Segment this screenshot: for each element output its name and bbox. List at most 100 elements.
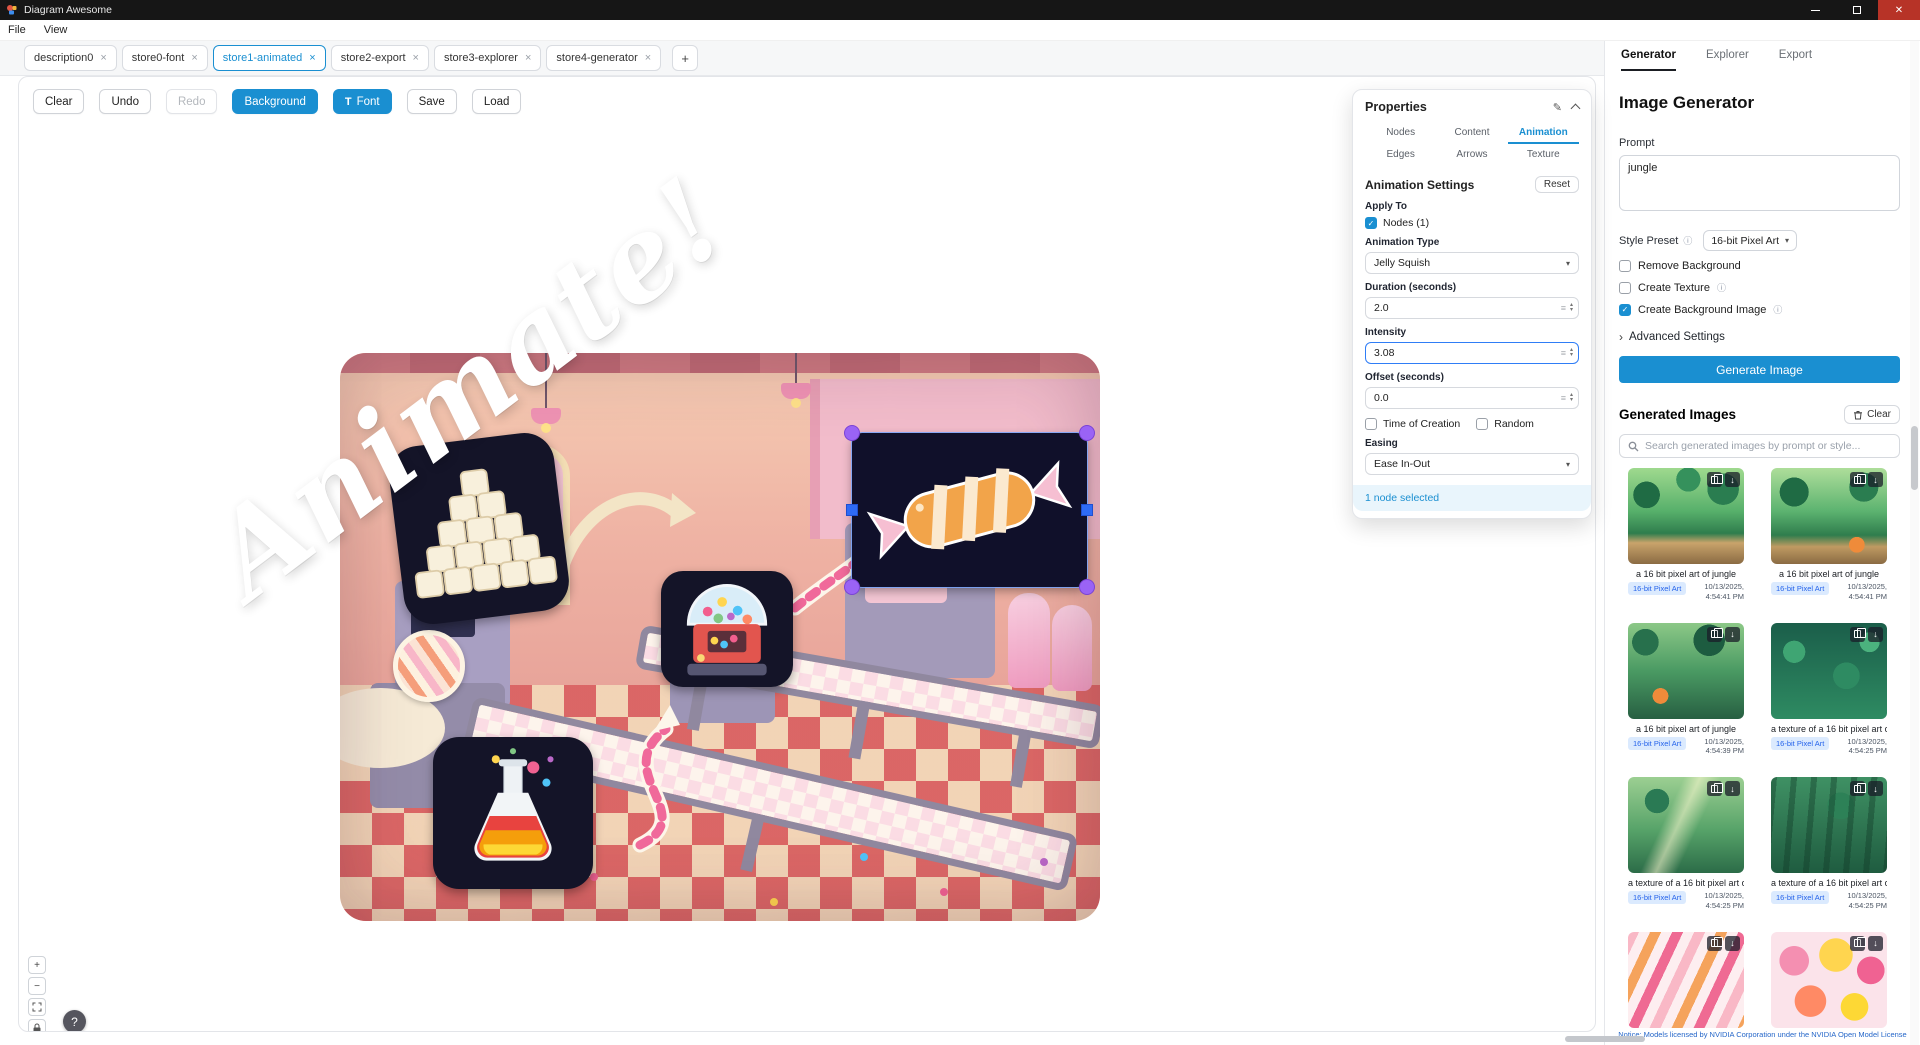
tab-content[interactable]: Content [1436,122,1507,144]
background-button[interactable]: Background [232,89,317,114]
menu-file[interactable]: File [8,24,26,36]
candy-node-selected[interactable] [852,433,1087,587]
search-input[interactable] [1645,440,1891,452]
generated-image-thumbnail[interactable]: ↓ [1771,468,1887,564]
intensity-input[interactable]: ≡ ▴▾ [1365,342,1579,364]
generated-image-thumbnail[interactable]: ↓ [1628,932,1744,1028]
tab-store4-generator[interactable]: store4-generator× [546,45,661,71]
animation-type-select[interactable]: Jelly Squish ▾ [1365,252,1579,274]
image-search[interactable] [1619,434,1900,458]
tab-store3-explorer[interactable]: store3-explorer× [434,45,541,71]
advanced-settings-toggle[interactable]: › Advanced Settings [1619,330,1900,344]
copy-image-button[interactable] [1707,627,1722,642]
help-button[interactable]: ? [63,1010,86,1032]
tab-explorer[interactable]: Explorer [1706,49,1749,71]
tab-description0[interactable]: description0× [24,45,117,71]
font-button[interactable]: TFont [333,89,392,114]
copy-image-button[interactable] [1850,472,1865,487]
maximize-button[interactable] [1836,0,1878,20]
zoom-in-button[interactable]: + [28,956,46,974]
candy-machine-node[interactable] [661,571,793,687]
prompt-input[interactable]: jungle [1619,155,1900,211]
new-tab-button[interactable]: + [672,45,698,71]
drag-handle-icon[interactable]: ≡ [1561,303,1566,313]
generated-image-thumbnail[interactable]: ↓ [1771,623,1887,719]
horizontal-scrollbar-thumb[interactable] [1565,1036,1645,1042]
tab-store2-export[interactable]: store2-export× [331,45,429,71]
zoom-out-button[interactable]: − [28,977,46,995]
tab-texture[interactable]: Texture [1508,144,1579,166]
download-image-button[interactable]: ↓ [1725,627,1740,642]
tab-nodes[interactable]: Nodes [1365,122,1436,144]
tab-close-icon[interactable]: × [100,53,106,64]
selection-handle-bottom-right[interactable] [1079,579,1095,595]
undo-button[interactable]: Undo [99,89,151,114]
lock-button[interactable] [28,1019,46,1032]
generated-image-card[interactable]: ↓ [1628,932,1744,1028]
copy-image-button[interactable] [1850,936,1865,951]
generated-image-card[interactable]: ↓ a 16 bit pixel art of jungle 16-bit Pi… [1771,468,1887,602]
reset-button[interactable]: Reset [1535,176,1579,193]
selection-handle-top-left[interactable] [844,425,860,441]
copy-image-button[interactable] [1707,472,1722,487]
spin-down-icon[interactable]: ▾ [1570,398,1573,403]
easing-select[interactable]: Ease In-Out ▾ [1365,453,1579,475]
nodes-checkbox[interactable]: ✓ [1365,217,1377,229]
tab-animation[interactable]: Animation [1508,122,1579,144]
potion-node[interactable] [433,737,593,889]
download-image-button[interactable]: ↓ [1725,781,1740,796]
selection-handle-right[interactable] [1081,504,1093,516]
drag-handle-icon[interactable]: ≡ [1561,393,1566,403]
scrollbar-thumb[interactable] [1911,426,1918,490]
copy-image-button[interactable] [1707,936,1722,951]
generated-image-card[interactable]: ↓ a texture of a 16 bit pixel art o... 1… [1771,777,1887,911]
candy-swirl-node[interactable] [393,630,465,702]
tab-store0-font[interactable]: store0-font× [122,45,208,71]
tab-close-icon[interactable]: × [309,53,315,64]
tab-export[interactable]: Export [1779,49,1812,71]
download-image-button[interactable]: ↓ [1868,472,1883,487]
collapse-panel-icon[interactable] [1571,104,1581,114]
download-image-button[interactable]: ↓ [1868,781,1883,796]
time-of-creation-checkbox[interactable] [1365,418,1377,430]
copy-image-button[interactable] [1850,781,1865,796]
download-image-button[interactable]: ↓ [1725,472,1740,487]
minimize-button[interactable] [1794,0,1836,20]
clear-button[interactable]: Clear [33,89,84,114]
copy-image-button[interactable] [1707,781,1722,796]
clear-images-button[interactable]: Clear [1844,405,1900,424]
tab-arrows[interactable]: Arrows [1436,144,1507,166]
generated-image-card[interactable]: ↓ a 16 bit pixel art of jungle 16-bit Pi… [1628,623,1744,757]
tab-close-icon[interactable]: × [645,53,651,64]
generated-image-thumbnail[interactable]: ↓ [1628,468,1744,564]
spin-down-icon[interactable]: ▾ [1570,308,1573,313]
duration-input[interactable]: ≡ ▴▾ [1365,297,1579,319]
generate-image-button[interactable]: Generate Image [1619,356,1900,383]
download-image-button[interactable]: ↓ [1868,627,1883,642]
generated-image-card[interactable]: ↓ a texture of a 16 bit pixel art o... 1… [1628,777,1744,911]
copy-image-button[interactable] [1850,627,1865,642]
fit-view-button[interactable] [28,998,46,1016]
generated-image-card[interactable]: ↓ a 16 bit pixel art of jungle 16-bit Pi… [1628,468,1744,602]
load-button[interactable]: Load [472,89,522,114]
generated-image-thumbnail[interactable]: ↓ [1771,777,1887,873]
create-texture-checkbox[interactable] [1619,282,1631,294]
download-image-button[interactable]: ↓ [1725,936,1740,951]
tab-close-icon[interactable]: × [525,53,531,64]
tab-close-icon[interactable]: × [413,53,419,64]
selection-handle-left[interactable] [846,504,858,516]
generated-image-card[interactable]: ↓ [1771,932,1887,1028]
sidebar-scrollbar[interactable] [1910,41,1919,1045]
selection-handle-bottom-left[interactable] [844,579,860,595]
remove-background-checkbox[interactable] [1619,260,1631,272]
close-button[interactable]: ✕ [1878,0,1920,20]
drag-handle-icon[interactable]: ≡ [1561,348,1566,358]
generated-image-thumbnail[interactable]: ↓ [1628,777,1744,873]
offset-input[interactable]: ≡ ▴▾ [1365,387,1579,409]
menu-view[interactable]: View [44,24,68,36]
tab-generator[interactable]: Generator [1621,49,1676,71]
generated-image-thumbnail[interactable]: ↓ [1771,932,1887,1028]
spin-down-icon[interactable]: ▾ [1570,353,1573,358]
tab-edges[interactable]: Edges [1365,144,1436,166]
generated-image-thumbnail[interactable]: ↓ [1628,623,1744,719]
